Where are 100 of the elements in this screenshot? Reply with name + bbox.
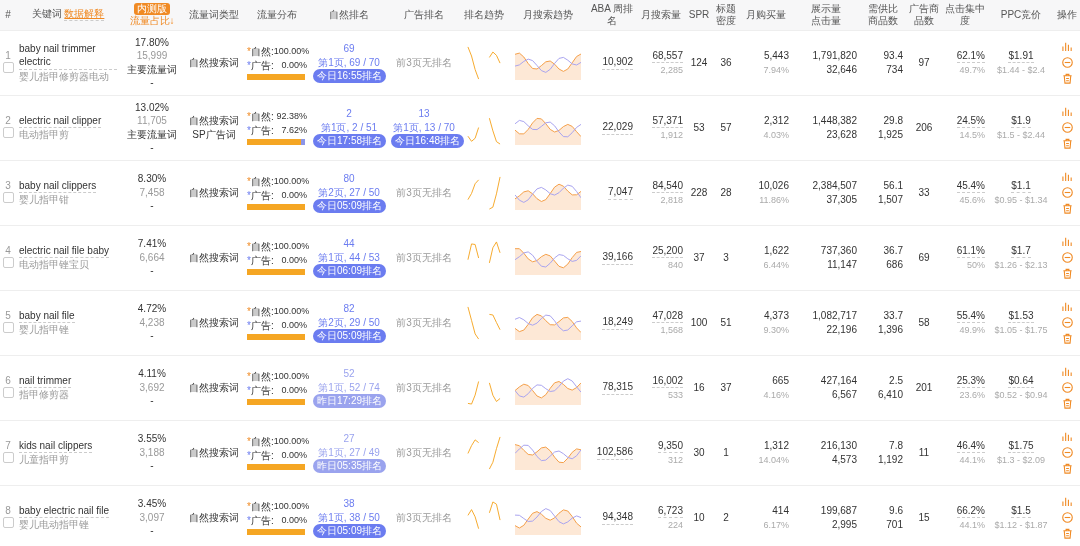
- keyword-link[interactable]: baby nail clippers: [19, 178, 97, 193]
- row-checkbox[interactable]: [2, 127, 14, 138]
- trash-icon[interactable]: [1061, 528, 1073, 539]
- row-checkbox[interactable]: [2, 192, 14, 203]
- keyword-link[interactable]: nail trimmer: [19, 373, 72, 388]
- demand-supply-ratio: 29.8: [883, 115, 903, 126]
- natural-rank-page: 第2页, 29 / 50: [318, 316, 380, 328]
- row-checkbox[interactable]: [2, 257, 14, 268]
- product-count: 1,192: [877, 453, 903, 465]
- traffic-bar: [247, 529, 305, 535]
- natural-traffic-value: 100.00%: [273, 370, 310, 383]
- required-mark: *: [247, 319, 251, 331]
- minus-circle-icon[interactable]: [1061, 447, 1073, 458]
- row-checkbox[interactable]: [2, 62, 14, 73]
- column-header: 月购买量: [746, 8, 786, 20]
- ppc-range: $1.3 - $2.09: [996, 455, 1045, 465]
- keyword-link[interactable]: kids nail clippers: [19, 438, 93, 453]
- monthly-searches: 57,371: [652, 113, 683, 128]
- natural-traffic-label: 自然:: [250, 371, 274, 382]
- clicks: 22,196: [826, 323, 857, 335]
- traffic-bar: [247, 399, 305, 405]
- bar-chart-icon[interactable]: [1061, 106, 1073, 117]
- natural-traffic-label: 自然:: [250, 501, 274, 512]
- ppc-range: $0.95 - $1.34: [994, 195, 1048, 205]
- no-rank-text: 前3页无排名: [396, 186, 452, 198]
- bar-chart-icon[interactable]: [1061, 301, 1073, 312]
- ad-traffic-value: 0.00%: [281, 188, 307, 202]
- click-concentration: 62.1%: [956, 48, 985, 63]
- minus-circle-icon[interactable]: [1061, 317, 1073, 328]
- daily-searches: 533: [667, 390, 683, 400]
- trash-icon[interactable]: [1061, 138, 1073, 149]
- natural-traffic-label: 自然:: [250, 306, 274, 317]
- minus-circle-icon[interactable]: [1061, 57, 1073, 68]
- keyword-link[interactable]: baby nail trimmer electric: [19, 41, 117, 70]
- title-density: 2: [723, 511, 729, 523]
- title-density: 57: [720, 121, 732, 133]
- minus-circle-icon[interactable]: [1061, 122, 1073, 133]
- rank-time-badge: 今日16:48排名: [391, 134, 465, 148]
- bar-chart-icon[interactable]: [1061, 41, 1073, 52]
- natural-rank-value: 27: [343, 433, 355, 445]
- ad-traffic-value: 0.00%: [281, 318, 307, 332]
- keyword-type: SP广告词: [192, 128, 236, 140]
- bar-chart-icon[interactable]: [1061, 431, 1073, 442]
- ppc-bid: $1.91: [1008, 48, 1034, 63]
- ppc-bid: $1.5: [1011, 503, 1031, 518]
- minus-circle-icon[interactable]: [1061, 512, 1073, 523]
- traffic-count: 3,097: [139, 511, 165, 523]
- traffic-count: 7,458: [139, 186, 165, 198]
- ad-traffic-label: 广告:: [250, 384, 274, 396]
- keyword-type: 自然搜索词: [189, 115, 239, 126]
- minus-circle-icon[interactable]: [1061, 382, 1073, 393]
- trash-icon[interactable]: [1061, 268, 1073, 279]
- title-density: 51: [720, 316, 732, 328]
- required-mark: *: [247, 449, 251, 461]
- aba-rank: 18,249: [602, 315, 633, 330]
- trash-icon[interactable]: [1061, 398, 1073, 409]
- trash-icon[interactable]: [1061, 333, 1073, 344]
- bar-chart-icon[interactable]: [1061, 236, 1073, 247]
- bar-chart-icon[interactable]: [1061, 496, 1073, 507]
- row-checkbox[interactable]: [2, 387, 14, 398]
- purchase-rate: 6.17%: [763, 519, 789, 530]
- keyword-link[interactable]: electric nail clipper: [19, 113, 102, 128]
- keyword-link[interactable]: baby nail file: [19, 308, 75, 323]
- row-checkbox[interactable]: [2, 452, 14, 463]
- traffic-bar: [247, 139, 305, 145]
- demand-supply-ratio: 7.8: [889, 440, 903, 451]
- product-count: 1,396: [877, 323, 903, 335]
- natural-traffic-value: 92.38%: [276, 110, 307, 123]
- keyword-type: 自然搜索词: [189, 56, 239, 68]
- ad-traffic-label: 广告:: [250, 124, 274, 136]
- trash-icon[interactable]: [1061, 203, 1073, 214]
- daily-searches: 1,568: [660, 325, 683, 335]
- bar-chart-icon[interactable]: [1061, 366, 1073, 377]
- row-number: 5: [5, 309, 11, 321]
- row-number: 3: [5, 179, 11, 191]
- purchase-rate: 7.94%: [763, 64, 789, 75]
- minus-circle-icon[interactable]: [1061, 252, 1073, 263]
- trash-icon[interactable]: [1061, 73, 1073, 84]
- row-number: 2: [5, 114, 11, 126]
- ppc-range: $1.05 - $1.75: [994, 325, 1048, 335]
- ppc-bid: $1.53: [1008, 308, 1034, 323]
- column-header: 流量词类型: [189, 8, 239, 20]
- keyword-link[interactable]: baby electric nail file: [19, 503, 110, 518]
- natural-rank-value: 82: [343, 303, 355, 315]
- column-header: 广告商品数: [909, 2, 939, 26]
- rank-time-badge: 今日05:09排名: [313, 524, 387, 538]
- row-checkbox[interactable]: [2, 322, 14, 333]
- row-checkbox[interactable]: [2, 517, 14, 528]
- monthly-searches: 16,002: [652, 373, 683, 388]
- purchase-rate: 6.44%: [763, 259, 789, 270]
- required-mark: *: [247, 371, 251, 382]
- ad-product-count: 58: [918, 316, 930, 328]
- minus-circle-icon[interactable]: [1061, 187, 1073, 198]
- spr-value: 10: [693, 511, 705, 523]
- ppc-bid: $1.7: [1011, 243, 1031, 258]
- trash-icon[interactable]: [1061, 463, 1073, 474]
- keyword-link[interactable]: electric nail file baby: [19, 243, 110, 258]
- bar-chart-icon[interactable]: [1061, 171, 1073, 182]
- ppc-range: $0.52 - $0.94: [994, 390, 1048, 400]
- required-mark: *: [247, 111, 251, 122]
